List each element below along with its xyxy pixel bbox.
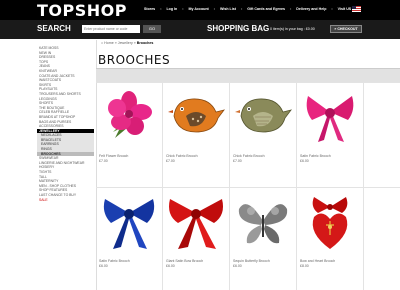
product-price: £6.00 xyxy=(300,158,309,163)
breadcrumb-home[interactable]: Home xyxy=(104,41,114,45)
product-name[interactable]: Chick Fabric Brooch xyxy=(233,154,265,158)
product-row: Felt Flower Brooch £7.00 Chick Fabric Br… xyxy=(96,84,400,179)
nav-separator: • xyxy=(213,7,215,11)
olive-bird-brooch-icon[interactable] xyxy=(233,86,293,150)
product-name[interactable]: Felt Flower Brooch xyxy=(99,154,128,158)
product-card[interactable]: Sequin Butterfly Brooch £6.00 xyxy=(230,189,296,284)
nav-my-account[interactable]: My Account xyxy=(189,7,209,11)
bag-summary[interactable]: 0 item(s) in your bag : £0.00 xyxy=(270,27,315,31)
category-sidebar: KATE MOSS NEW IN DRESSES TOPS JEANS KNIT… xyxy=(37,46,94,202)
product-card[interactable]: Chick Fabric Brooch £7.00 xyxy=(230,84,296,179)
nav-wish-list[interactable]: Wish List xyxy=(220,7,236,11)
breadcrumb: ⌂ Home » Jewellery » Brooches xyxy=(101,41,153,45)
product-card[interactable]: Satin Fabric Brooch £6.00 xyxy=(297,84,363,179)
product-row: Satin Fabric Brooch £6.00 Giant Satin Bo… xyxy=(96,189,400,284)
search-label: SEARCH xyxy=(37,24,71,33)
product-name[interactable]: Giant Satin Bow Brooch xyxy=(166,259,203,263)
page-title: BROOCHES xyxy=(98,53,171,67)
red-bow-heart-brooch-icon[interactable] xyxy=(300,191,360,255)
product-card[interactable]: Felt Flower Brooch £7.00 xyxy=(96,84,162,179)
silver-butterfly-brooch-icon[interactable] xyxy=(233,191,293,255)
product-card[interactable]: Satin Fabric Brooch £6.00 xyxy=(96,189,162,284)
nav-delivery-help[interactable]: Delivery and Help xyxy=(296,7,326,11)
product-price: £7.00 xyxy=(166,158,175,163)
product-card[interactable]: Bow and Heart Brooch £8.00 xyxy=(297,189,363,284)
grid-divider xyxy=(96,82,400,83)
nav-separator: • xyxy=(289,7,292,11)
orange-bird-brooch-icon[interactable] xyxy=(166,86,226,150)
product-name[interactable]: Satin Fabric Brooch xyxy=(99,259,130,263)
nav-separator: • xyxy=(182,7,184,11)
blue-satin-bow-brooch-icon[interactable] xyxy=(99,191,159,255)
breadcrumb-category[interactable]: Jewellery xyxy=(118,41,133,45)
breadcrumb-separator: » xyxy=(133,41,136,45)
home-icon[interactable]: ⌂ xyxy=(101,41,103,45)
nav-gift-cards[interactable]: Gift Cards and Egrves xyxy=(247,7,285,11)
sort-bar xyxy=(96,68,400,82)
sidebar-item-sale[interactable]: SALE xyxy=(37,198,94,203)
product-price: £8.00 xyxy=(300,263,309,268)
pink-flower-brooch-icon[interactable] xyxy=(99,86,159,150)
checkout-button[interactable]: » CHECKOUT xyxy=(330,25,362,33)
nav-log-in[interactable]: Log In xyxy=(166,7,177,11)
nav-separator: • xyxy=(240,7,243,11)
shopping-bag-label[interactable]: SHOPPING BAG xyxy=(207,24,269,33)
breadcrumb-separator: » xyxy=(114,41,117,45)
product-name[interactable]: Satin Fabric Brooch xyxy=(300,154,331,158)
pink-satin-bow-brooch-icon[interactable] xyxy=(300,86,360,150)
product-price: £6.00 xyxy=(99,263,108,268)
breadcrumb-current: Brooches xyxy=(136,41,154,45)
topshop-logo[interactable]: TOPSHOP xyxy=(37,1,127,20)
nav-separator: • xyxy=(331,7,333,11)
top-bar: TOPSHOP Stores • Log In • My Account • W… xyxy=(0,0,400,20)
product-price: £7.00 xyxy=(233,158,242,163)
search-bar: SEARCH GO SHOPPING BAG 0 item(s) in your… xyxy=(0,20,400,39)
go-button[interactable]: GO xyxy=(143,25,161,33)
product-name[interactable]: Bow and Heart Brooch xyxy=(300,259,335,263)
nav-stores[interactable]: Stores xyxy=(144,7,155,11)
grid-divider xyxy=(96,187,400,188)
checkout-label: CHECKOUT xyxy=(337,27,358,31)
product-card[interactable]: Giant Satin Bow Brooch £6.00 xyxy=(163,189,229,284)
red-satin-bow-brooch-icon[interactable] xyxy=(166,191,226,255)
us-flag-icon[interactable] xyxy=(352,6,361,12)
product-name[interactable]: Chick Fabric Brooch xyxy=(166,154,198,158)
product-price: £7.00 xyxy=(99,158,108,163)
nav-separator: • xyxy=(160,7,162,11)
product-price: £6.00 xyxy=(166,263,175,268)
product-price: £6.00 xyxy=(233,263,242,268)
product-card[interactable]: Chick Fabric Brooch £7.00 xyxy=(163,84,229,179)
top-nav: Stores • Log In • My Account • Wish List… xyxy=(144,7,359,11)
search-input[interactable] xyxy=(82,25,140,33)
product-name[interactable]: Sequin Butterfly Brooch xyxy=(233,259,270,263)
